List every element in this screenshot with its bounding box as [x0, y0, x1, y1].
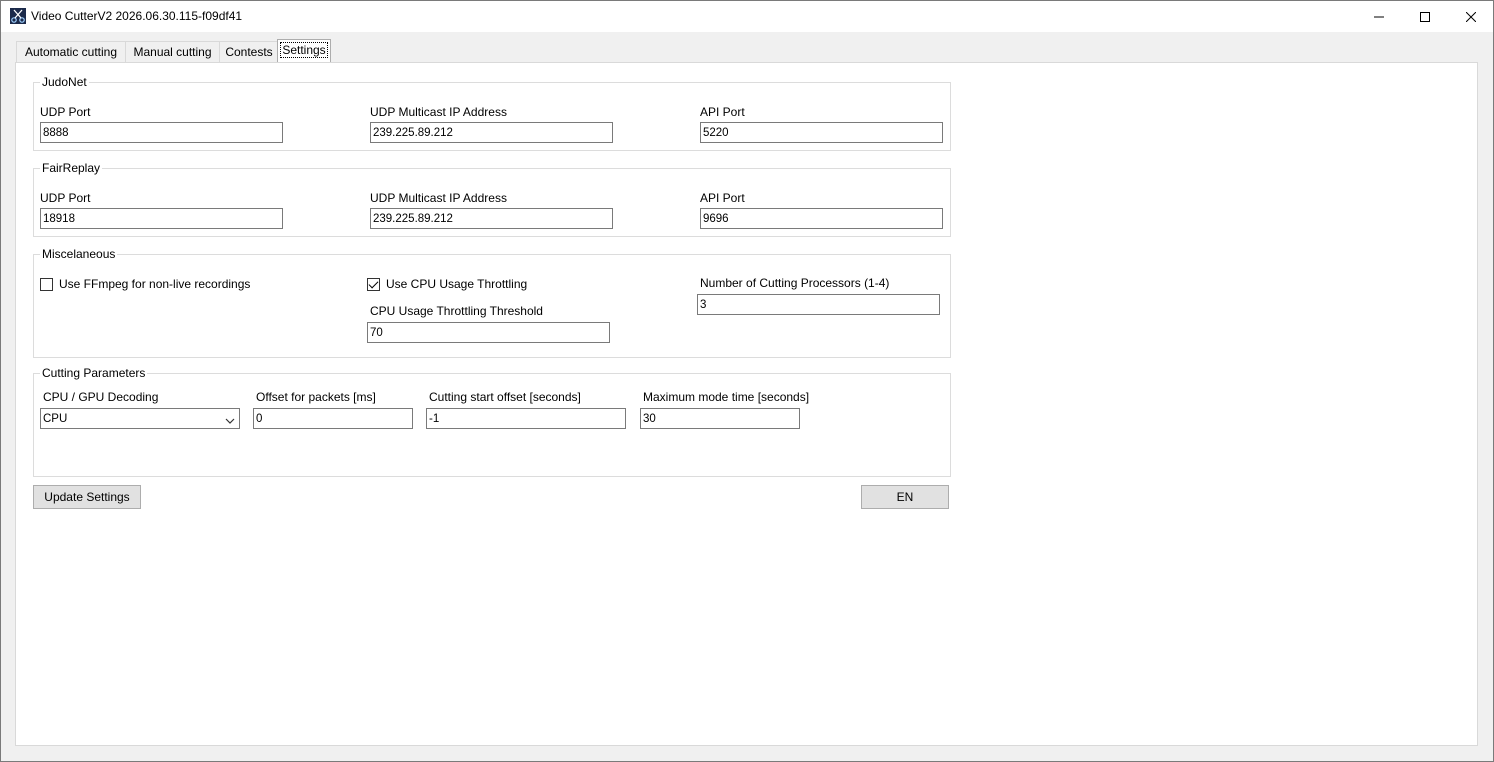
cpu-throttle-checkbox[interactable] [367, 278, 380, 291]
fairreplay-legend: FairReplay [40, 161, 103, 175]
decoding-value: CPU [43, 413, 68, 425]
fairreplay-multicast-label: UDP Multicast IP Address [370, 191, 507, 205]
judonet-api-port-label: API Port [700, 105, 745, 119]
judonet-multicast-input[interactable]: 239.225.89.212 [370, 122, 613, 143]
judonet-legend: JudoNet [40, 75, 89, 89]
maximize-button[interactable] [1402, 1, 1448, 32]
judonet-api-port-input[interactable]: 5220 [700, 122, 943, 143]
tab-contests[interactable]: Contests [219, 41, 279, 62]
ffmpeg-checkbox[interactable] [40, 278, 53, 291]
fairreplay-api-port-input[interactable]: 9696 [700, 208, 943, 229]
title-bar[interactable]: Video CutterV2 2026.06.30.115-f09df41 [1, 1, 1493, 32]
processors-input[interactable]: 3 [697, 294, 940, 315]
close-icon [1466, 11, 1476, 22]
fairreplay-multicast-input[interactable]: 239.225.89.212 [370, 208, 613, 229]
tab-manual-cutting[interactable]: Manual cutting [125, 41, 220, 62]
processors-label: Number of Cutting Processors (1-4) [700, 276, 890, 290]
judonet-udp-port-label: UDP Port [40, 105, 91, 119]
threshold-input[interactable]: 70 [367, 322, 610, 343]
window-title: Video CutterV2 2026.06.30.115-f09df41 [31, 9, 243, 23]
offset-packets-label: Offset for packets [ms] [256, 390, 376, 404]
fairreplay-udp-port-label: UDP Port [40, 191, 91, 205]
scissors-app-icon [10, 8, 26, 24]
maximize-icon [1420, 11, 1430, 22]
decoding-label: CPU / GPU Decoding [43, 390, 159, 404]
judonet-udp-port-input[interactable]: 8888 [40, 122, 283, 143]
start-offset-label: Cutting start offset [seconds] [429, 390, 581, 404]
close-button[interactable] [1448, 1, 1494, 32]
judonet-multicast-label: UDP Multicast IP Address [370, 105, 507, 119]
minimize-button[interactable] [1356, 1, 1402, 32]
judonet-group: JudoNet UDP Port 8888 UDP Multicast IP A… [33, 75, 951, 151]
max-mode-label: Maximum mode time [seconds] [643, 390, 810, 404]
fairreplay-api-port-label: API Port [700, 191, 745, 205]
fairreplay-udp-port-input[interactable]: 18918 [40, 208, 283, 229]
tab-automatic-cutting[interactable]: Automatic cutting [16, 41, 126, 62]
cpu-throttle-label[interactable]: Use CPU Usage Throttling [386, 277, 527, 291]
miscelaneous-legend: Miscelaneous [40, 247, 118, 261]
threshold-label: CPU Usage Throttling Threshold [370, 304, 543, 318]
fairreplay-group: FairReplay UDP Port 18918 UDP Multicast … [33, 161, 951, 237]
minimize-icon [1374, 16, 1384, 17]
tab-settings[interactable]: Settings [277, 39, 331, 62]
ffmpeg-label[interactable]: Use FFmpeg for non-live recordings [59, 277, 250, 291]
max-mode-input[interactable]: 30 [640, 408, 800, 429]
chevron-down-icon [225, 413, 235, 428]
offset-packets-input[interactable]: 0 [253, 408, 413, 429]
cutting-parameters-group: Cutting Parameters CPU / GPU Decoding CP… [33, 366, 951, 477]
start-offset-input[interactable]: -1 [426, 408, 626, 429]
update-settings-button[interactable]: Update Settings [33, 485, 141, 509]
decoding-select[interactable]: CPU [40, 408, 240, 429]
cutting-parameters-legend: Cutting Parameters [40, 366, 148, 380]
language-button[interactable]: EN [861, 485, 949, 509]
miscelaneous-group: Miscelaneous Use FFmpeg for non-live rec… [33, 247, 951, 358]
settings-panel: JudoNet UDP Port 8888 UDP Multicast IP A… [15, 62, 1478, 746]
